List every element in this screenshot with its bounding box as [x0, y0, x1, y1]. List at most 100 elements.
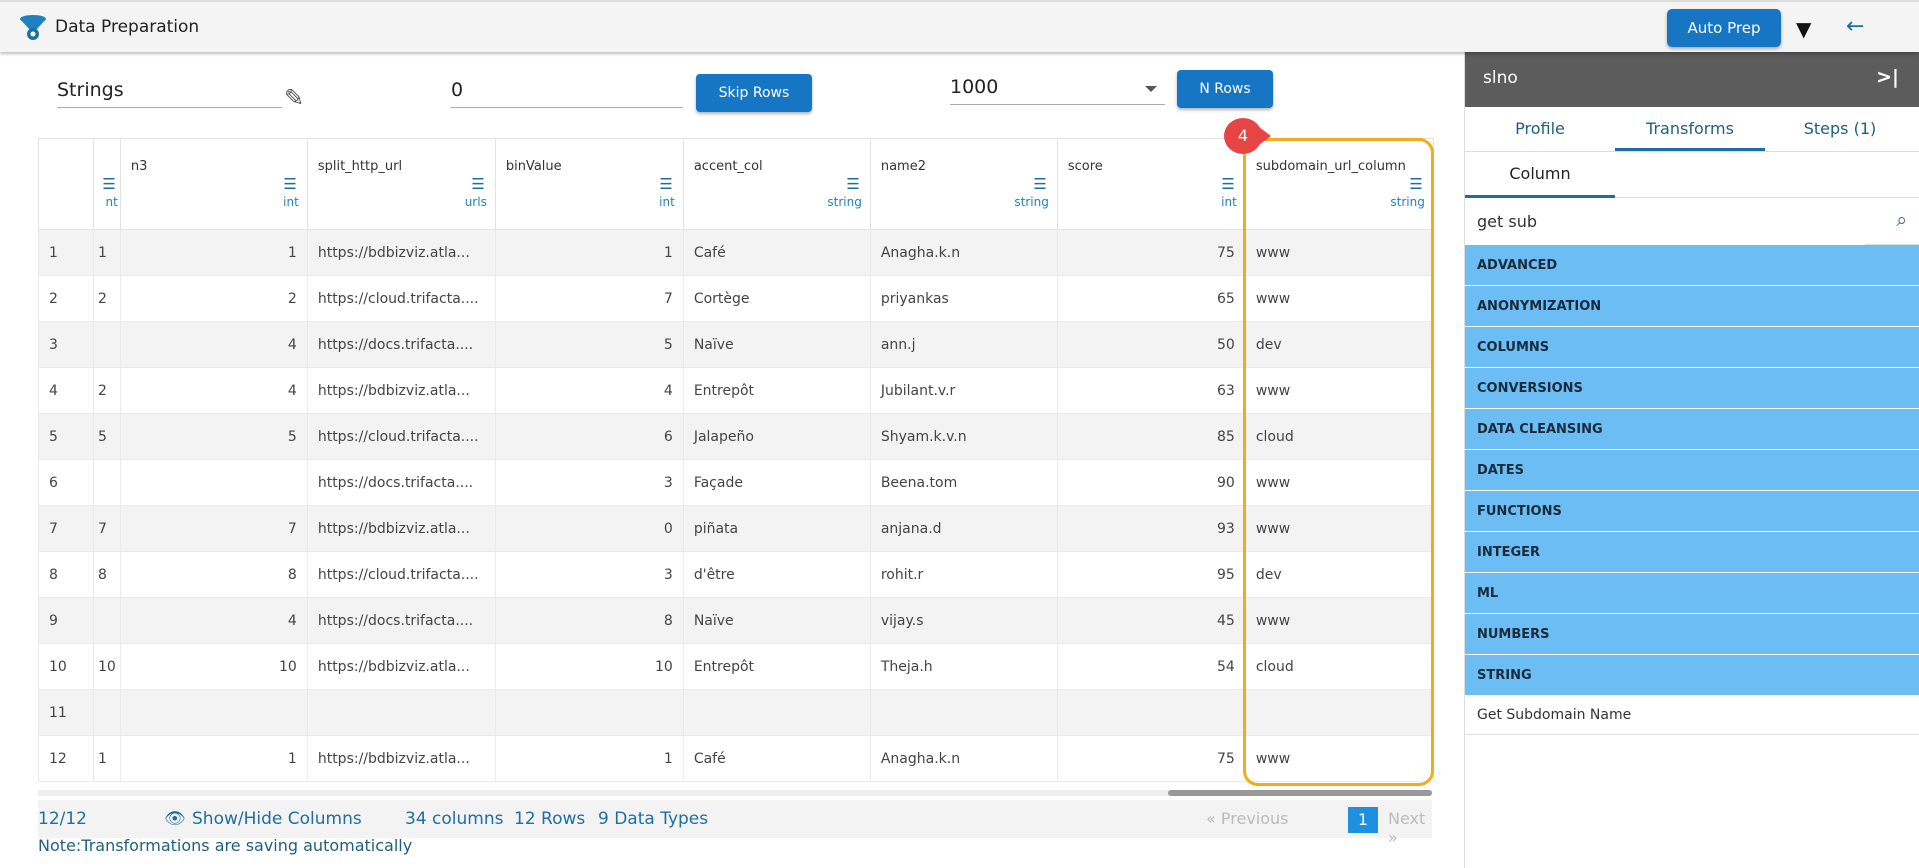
table-cell[interactable]: https://bdbizviz.atla...: [306, 367, 496, 414]
table-cell[interactable]: 95: [1056, 551, 1246, 598]
column-header[interactable]: score ☰ int: [1056, 138, 1246, 230]
table-cell[interactable]: 7: [93, 505, 121, 552]
table-cell[interactable]: Anagha.k.n: [869, 735, 1058, 782]
table-cell[interactable]: 5: [494, 321, 684, 368]
table-cell[interactable]: https://docs.trifacta....: [306, 459, 496, 506]
table-cell[interactable]: 6: [494, 413, 684, 460]
table-cell[interactable]: [93, 321, 121, 368]
filter-icon[interactable]: ▼: [1796, 17, 1811, 41]
table-cell[interactable]: 93: [1056, 505, 1246, 552]
eye-icon[interactable]: 👁: [164, 809, 186, 829]
collapse-panel-icon[interactable]: >|: [1876, 66, 1899, 88]
table-cell[interactable]: [682, 689, 871, 736]
skip-rows-input[interactable]: [451, 73, 683, 108]
column-header[interactable]: subdomain_url_column ☰ string: [1244, 138, 1434, 230]
table-cell[interactable]: Jalapeño: [682, 413, 871, 460]
table-row[interactable]: 12 1 1 https://bdbizviz.atla... 1 Café Anagha.…: [38, 735, 1434, 782]
column-header[interactable]: name2 ☰ string: [869, 138, 1058, 230]
transform-category[interactable]: STRING: [1465, 655, 1919, 696]
column-menu-icon[interactable]: ☰: [471, 175, 484, 193]
table-cell[interactable]: piñata: [682, 505, 871, 552]
search-icon[interactable]: ⌕: [1896, 209, 1907, 231]
table-cell[interactable]: [93, 689, 121, 736]
transform-category[interactable]: ANONYMIZATION: [1465, 286, 1919, 327]
table-cell[interactable]: cloud: [1244, 643, 1434, 690]
table-cell[interactable]: Jubilant.v.r: [869, 367, 1058, 414]
table-row[interactable]: 7 7 7 https://bdbizviz.atla... 0 piñata anjana…: [38, 505, 1434, 552]
column-menu-icon[interactable]: ☰: [659, 175, 672, 193]
subtab-column[interactable]: Column: [1465, 152, 1615, 198]
table-cell[interactable]: 1: [93, 229, 121, 276]
table-cell[interactable]: Café: [682, 229, 871, 276]
n-rows-select[interactable]: [950, 70, 1165, 105]
table-cell[interactable]: 45: [1056, 597, 1246, 644]
table-row[interactable]: 10 10 10 https://bdbizviz.atla... 10 Entrepôt…: [38, 643, 1434, 690]
table-cell[interactable]: www: [1244, 505, 1434, 552]
table-cell[interactable]: www: [1244, 597, 1434, 644]
table-cell[interactable]: 3: [494, 459, 684, 506]
table-cell[interactable]: [869, 689, 1058, 736]
table-cell[interactable]: 4: [119, 367, 308, 414]
table-cell[interactable]: 7: [119, 505, 308, 552]
table-row[interactable]: 1 1 1 https://bdbizviz.atla... 1 Café Anagha.k…: [38, 229, 1434, 276]
table-cell[interactable]: Façade: [682, 459, 871, 506]
table-cell[interactable]: www: [1244, 275, 1434, 322]
table-cell[interactable]: 50: [1056, 321, 1246, 368]
table-cell[interactable]: [93, 459, 121, 506]
table-cell[interactable]: 75: [1056, 735, 1246, 782]
table-cell[interactable]: 1: [119, 735, 308, 782]
table-cell[interactable]: 10: [93, 643, 121, 690]
table-cell[interactable]: [119, 689, 308, 736]
table-cell[interactable]: priyankas: [869, 275, 1058, 322]
transform-category[interactable]: DATA CLEANSING: [1465, 409, 1919, 450]
table-row[interactable]: 5 5 5 https://cloud.trifacta.... 6 Jalapeño Sh…: [38, 413, 1434, 460]
horizontal-scrollbar[interactable]: [38, 790, 1432, 796]
table-cell[interactable]: 8: [494, 597, 684, 644]
back-arrow-icon[interactable]: ←: [1846, 14, 1864, 39]
dataset-name-input[interactable]: [57, 73, 282, 108]
transform-search-input[interactable]: [1465, 198, 1865, 245]
table-cell[interactable]: ann.j: [869, 321, 1058, 368]
table-cell[interactable]: https://bdbizviz.atla...: [306, 643, 496, 690]
table-row[interactable]: 9 4 https://docs.trifacta.... 8 Naïve vijay.s…: [38, 597, 1434, 644]
table-row[interactable]: 4 2 4 https://bdbizviz.atla... 4 Entrepôt Jubi…: [38, 367, 1434, 414]
table-cell[interactable]: https://bdbizviz.atla...: [306, 735, 496, 782]
table-cell[interactable]: 65: [1056, 275, 1246, 322]
table-row[interactable]: 11: [38, 689, 1434, 736]
table-cell[interactable]: 1: [494, 735, 684, 782]
table-cell[interactable]: 4: [119, 321, 308, 368]
skip-rows-button[interactable]: Skip Rows: [696, 74, 812, 112]
table-cell[interactable]: d'être: [682, 551, 871, 598]
next-page-button[interactable]: Next »: [1388, 809, 1432, 847]
table-cell[interactable]: [494, 689, 684, 736]
table-cell[interactable]: [306, 689, 496, 736]
table-cell[interactable]: 10: [119, 643, 308, 690]
table-cell[interactable]: [1244, 689, 1434, 736]
table-cell[interactable]: www: [1244, 459, 1434, 506]
page-1-button[interactable]: 1: [1348, 807, 1378, 833]
column-menu-icon[interactable]: ☰: [1221, 175, 1234, 193]
column-menu-icon[interactable]: ☰: [1409, 175, 1422, 193]
table-cell[interactable]: 0: [494, 505, 684, 552]
table-cell[interactable]: 5: [119, 413, 308, 460]
table-cell[interactable]: Entrepôt: [682, 367, 871, 414]
transform-category[interactable]: CONVERSIONS: [1465, 368, 1919, 409]
table-cell[interactable]: www: [1244, 367, 1434, 414]
table-cell[interactable]: 85: [1056, 413, 1246, 460]
table-cell[interactable]: https://docs.trifacta....: [306, 597, 496, 644]
auto-prep-button[interactable]: Auto Prep: [1667, 9, 1781, 47]
table-cell[interactable]: 5: [93, 413, 121, 460]
table-cell[interactable]: 54: [1056, 643, 1246, 690]
table-cell[interactable]: https://bdbizviz.atla...: [306, 229, 496, 276]
transform-get-subdomain-name[interactable]: Get Subdomain Name: [1465, 696, 1919, 735]
column-menu-icon[interactable]: ☰: [1033, 175, 1046, 193]
table-row[interactable]: 2 2 2 https://cloud.trifacta.... 7 Cortège pri…: [38, 275, 1434, 322]
table-cell[interactable]: [93, 597, 121, 644]
table-cell[interactable]: 2: [93, 275, 121, 322]
show-hide-columns-link[interactable]: Show/Hide Columns: [192, 809, 362, 829]
table-cell[interactable]: 4: [494, 367, 684, 414]
table-cell[interactable]: Entrepôt: [682, 643, 871, 690]
table-cell[interactable]: www: [1244, 735, 1434, 782]
column-header[interactable]: ☰ nt: [93, 138, 121, 230]
table-row[interactable]: 6 https://docs.trifacta.... 3 Façade Beena.t…: [38, 459, 1434, 506]
